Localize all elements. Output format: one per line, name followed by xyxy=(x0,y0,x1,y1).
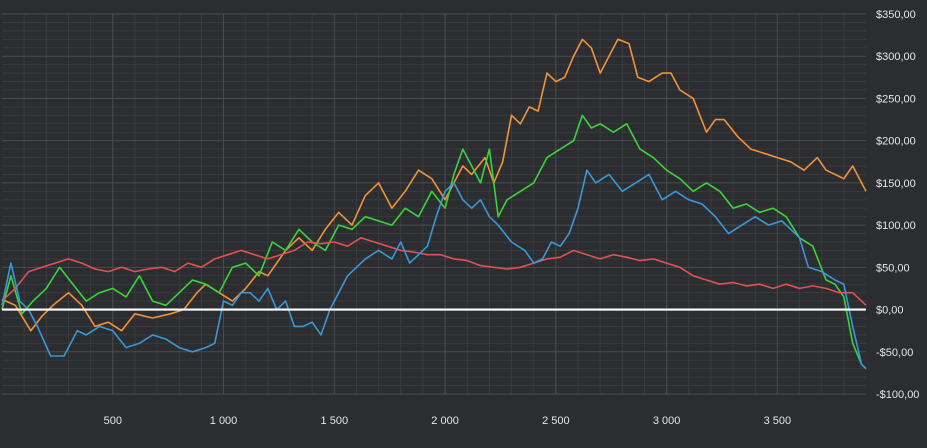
minor-grid xyxy=(2,14,866,394)
y-tick-label: $300,00 xyxy=(876,51,916,63)
major-grid xyxy=(2,13,866,395)
pnl-line-chart: 500 1 000 1 500 2 000 2 500 3 000 3 500 -$100,… xyxy=(0,0,927,443)
y-tick-label: $200,00 xyxy=(876,136,916,148)
series-layer xyxy=(1,38,867,370)
x-axis-ticks: 500 1 000 1 500 2 000 2 500 3 000 3 500 xyxy=(104,415,792,427)
x-tick-label: 500 xyxy=(104,415,122,427)
y-tick-label: $50,00 xyxy=(876,262,910,274)
y-tick-label: -$100,00 xyxy=(876,389,919,401)
y-axis-ticks: -$100,00 -$50,00 $0,00 $50,00 $100,00 $150,00… xyxy=(876,9,919,401)
x-tick-label: 3 500 xyxy=(764,415,792,427)
y-tick-label: $0,00 xyxy=(876,305,904,317)
y-tick-label: $100,00 xyxy=(876,220,916,232)
y-tick-label: $150,00 xyxy=(876,178,916,190)
x-tick-label: 2 500 xyxy=(542,415,570,427)
x-tick-label: 1 500 xyxy=(321,415,349,427)
chart-canvas: 500 1 000 1 500 2 000 2 500 3 000 3 500 -$100,… xyxy=(1,9,919,427)
y-tick-label: $250,00 xyxy=(876,93,916,105)
y-tick-label: -$50,00 xyxy=(876,347,913,359)
series-line-3 xyxy=(1,237,867,306)
y-tick-label: $350,00 xyxy=(876,9,916,21)
x-tick-label: 2 000 xyxy=(431,415,459,427)
x-tick-label: 1 000 xyxy=(210,415,238,427)
x-tick-label: 3 000 xyxy=(653,415,681,427)
